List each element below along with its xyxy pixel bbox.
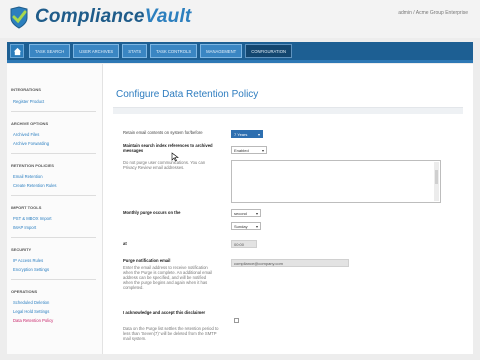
sidebar-divider [11,195,96,196]
chevron-down-icon: ▾ [255,211,258,216]
app-window: ComplianceVault admin / Acme Group Enter… [0,0,480,360]
search-index-note: Do not purge user communications. You ca… [123,160,206,170]
purge-week-select[interactable]: second ▾ [231,209,261,217]
retain-period-value: 7 Years [234,132,248,137]
retain-period-select[interactable]: 7 Years ▾ [231,130,263,138]
main-nav: TASK SEARCH USER ARCHIVES STATS TASK CON… [7,42,473,60]
ack-note: Data on the Purge list settles the reten… [123,326,219,341]
page-title: Configure Data Retention Policy [116,89,259,100]
retain-label: Retain email contents on system for/befo… [123,130,203,135]
user-info[interactable]: admin / Acme Group Enterprise [398,10,468,16]
vault-check-logo-icon [10,6,28,29]
sidebar-group-title: ARCHIVE OPTIONS [11,121,49,126]
purge-time-field[interactable]: 00:00 [231,240,257,248]
purge-day-select[interactable]: Sunday ▾ [231,222,261,230]
notify-email-field[interactable]: compliance@company.com [231,259,349,267]
search-index-select[interactable]: Enabled ▾ [231,146,267,154]
sidebar-item-encryption-settings[interactable]: Encryption Settings [13,267,49,272]
sidebar-divider [11,111,96,112]
brand-name-part2: Vault [144,6,192,27]
purge-day-value: Sunday [234,224,248,229]
home-button[interactable] [10,44,24,58]
sidebar-group-title: INTEGRATIONS [11,87,41,92]
sidebar: INTEGRATIONS Register Product ARCHIVE OP… [7,64,103,354]
tab-user-archives[interactable]: USER ARCHIVES [73,44,120,58]
brand-name-part1: Compliance [35,6,145,27]
tab-task-search[interactable]: TASK SEARCH [29,44,71,58]
home-icon [13,47,22,56]
tab-configuration[interactable]: CONFIGURATION [245,44,293,58]
notes-textarea[interactable] [231,160,441,203]
tab-management[interactable]: MANAGEMENT [200,44,243,58]
textarea-scrollbar[interactable] [434,162,439,201]
sidebar-divider [11,237,96,238]
notify-note: Enter the email address to receive notif… [123,265,213,290]
content-frame: INTEGRATIONS Register Product ARCHIVE OP… [7,64,473,354]
at-label: at [123,241,127,246]
sidebar-group-title: OPERATIONS [11,289,38,294]
sidebar-divider [11,279,96,280]
sidebar-item-ip-access-rules[interactable]: IP Access Rules [13,258,43,263]
sidebar-item-imap-import[interactable]: IMAP Import [13,225,36,230]
nav-accent-strip [7,60,473,63]
notify-label: Purge notification email [123,258,171,263]
purge-week-value: second [234,211,247,216]
ack-label: I acknowledge and accept this disclaimer [123,310,206,315]
sidebar-group-title: IMPORT TOOLS [11,205,42,210]
monthly-purge-label: Monthly purge occurs on the [123,210,181,215]
mouse-cursor-icon [171,152,179,162]
sidebar-group-title: RETENTION POLICIES [11,163,54,168]
sidebar-item-data-retention-policy[interactable]: Data Retention Policy [13,318,53,323]
nav-tabs: TASK SEARCH USER ARCHIVES STATS TASK CON… [29,44,293,58]
tab-stats[interactable]: STATS [122,44,148,58]
sidebar-item-pst-mbox-import[interactable]: PST & MBOX Import [13,216,52,221]
title-divider [113,107,463,114]
sidebar-item-scheduled-deletion[interactable]: Scheduled Deletion [13,300,49,305]
ack-checkbox[interactable] [234,318,239,323]
sidebar-item-register-product[interactable]: Register Product [13,99,44,104]
sidebar-divider [11,153,96,154]
app-header: ComplianceVault admin / Acme Group Enter… [0,0,480,38]
chevron-down-icon: ▾ [255,224,258,229]
search-index-value: Enabled [234,148,249,153]
chevron-down-icon: ▾ [261,148,264,153]
brand-logo[interactable]: ComplianceVault [35,6,191,28]
chevron-down-icon: ▾ [257,132,260,137]
scrollbar-thumb[interactable] [435,170,438,184]
sidebar-item-archived-files[interactable]: Archived Files [13,132,39,137]
main-panel: Configure Data Retention Policy Retain e… [103,64,473,354]
sidebar-item-legal-hold-settings[interactable]: Legal Hold Settings [13,309,49,314]
tab-task-controls[interactable]: TASK CONTROLS [150,44,198,58]
sidebar-item-create-retention-rules[interactable]: Create Retention Rules [13,183,57,188]
sidebar-item-archive-forwarding[interactable]: Archive Forwarding [13,141,49,146]
sidebar-group-title: SECURITY [11,247,32,252]
sidebar-item-email-retention[interactable]: Email Retention [13,174,43,179]
